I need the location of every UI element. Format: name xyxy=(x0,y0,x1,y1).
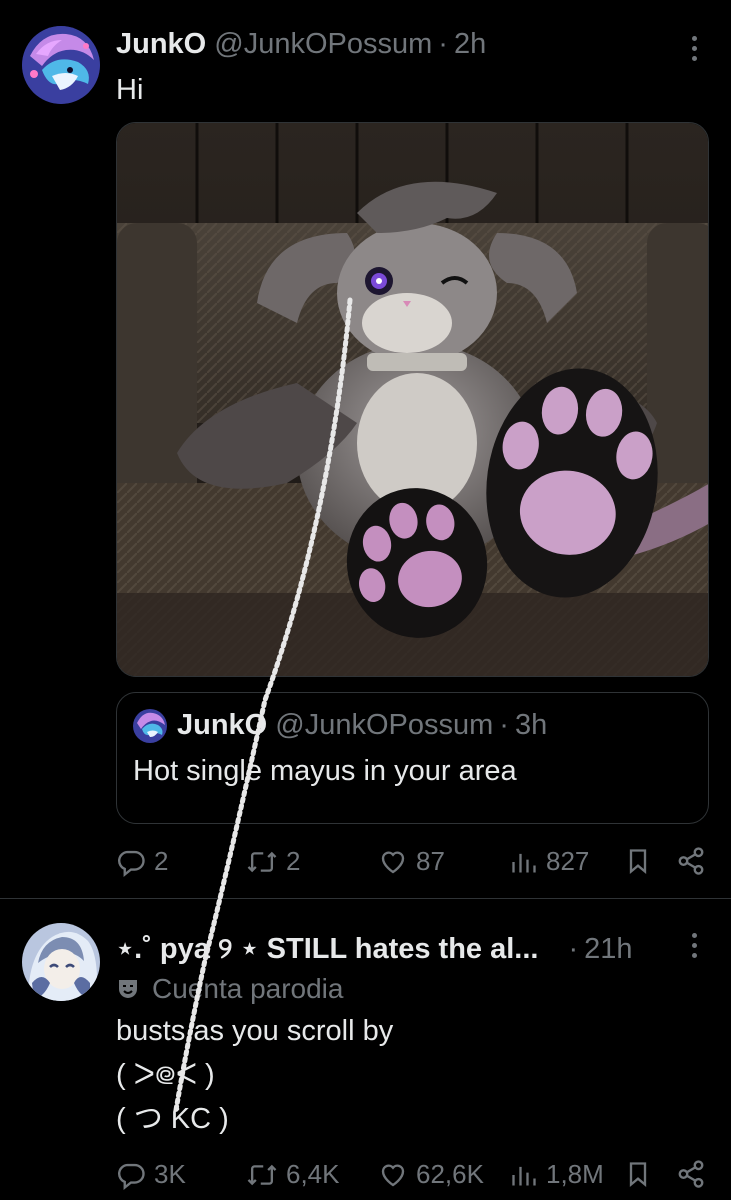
bookmark-button[interactable] xyxy=(624,846,652,876)
tweet-2[interactable]: ⋆.˚ pya ୨ ⋆ STILL hates the al... · 21h … xyxy=(0,898,731,1200)
quoted-tweet[interactable]: JunkO @JunkOPossum · 3h Hot single mayus… xyxy=(116,692,709,824)
repost-button[interactable]: 2 xyxy=(246,846,300,877)
share-icon xyxy=(678,1160,704,1188)
handle[interactable]: @JunkOPossum xyxy=(214,28,432,61)
reply-button[interactable]: 2 xyxy=(116,846,168,877)
quote-handle[interactable]: @JunkOPossum xyxy=(275,709,493,742)
share-icon xyxy=(678,847,704,875)
repost-icon xyxy=(247,1164,277,1185)
parody-label: Cuenta parodia xyxy=(152,973,344,1004)
reply-count: 3K xyxy=(154,1159,186,1189)
views-count: 827 xyxy=(546,846,590,876)
display-name[interactable]: JunkO xyxy=(116,28,206,61)
reply-icon xyxy=(118,1163,145,1190)
tweet-text-line2: ( ᐳ᪤ᐸ ) xyxy=(116,1059,215,1091)
parody-mask-icon xyxy=(119,980,137,998)
timestamp[interactable]: 21h xyxy=(584,933,632,966)
share-button[interactable] xyxy=(676,846,706,876)
separator: · xyxy=(568,933,579,965)
timestamp[interactable]: 2h xyxy=(454,28,486,61)
views-icon xyxy=(512,853,536,872)
quote-separator: · xyxy=(499,709,509,741)
like-button[interactable]: 87 xyxy=(378,846,445,877)
tweet-text: Hi xyxy=(116,74,144,106)
repost-button[interactable]: 6,4K xyxy=(246,1159,340,1190)
repost-count: 6,4K xyxy=(286,1159,340,1189)
quote-avatar[interactable] xyxy=(133,709,167,743)
tweet-text-line3: ( つ ƘC ) xyxy=(116,1103,229,1135)
quote-text: Hot single mayus in your area xyxy=(133,755,517,787)
views-icon xyxy=(512,1166,536,1185)
more-icon[interactable] xyxy=(684,36,704,61)
views-count: 1,8M xyxy=(546,1159,604,1189)
bookmark-icon xyxy=(629,1162,647,1187)
like-count: 62,6K xyxy=(416,1159,484,1189)
quote-header: JunkO @JunkOPossum · 3h xyxy=(177,709,547,742)
more-icon[interactable] xyxy=(684,933,704,958)
action-bar: 3K 6,4K 62,6K 1,8M xyxy=(0,1155,731,1195)
parody-badge: Cuenta parodia xyxy=(116,973,343,1005)
quote-timestamp[interactable]: 3h xyxy=(515,709,547,742)
repost-icon xyxy=(247,851,277,872)
tweet-header: JunkO @JunkOPossum · 2h xyxy=(116,28,486,61)
separator: · xyxy=(438,28,448,60)
like-count: 87 xyxy=(416,846,445,876)
reply-button[interactable]: 3K xyxy=(116,1159,186,1190)
tweet-media-image[interactable] xyxy=(116,122,709,677)
bookmark-button[interactable] xyxy=(624,1159,652,1189)
reply-icon xyxy=(118,850,145,877)
like-button[interactable]: 62,6K xyxy=(378,1159,484,1190)
action-bar: 2 2 87 827 xyxy=(0,842,731,882)
like-icon xyxy=(381,1164,405,1186)
tweet-1[interactable]: JunkO @JunkOPossum · 2h Hi JunkO @JunkOP… xyxy=(0,0,731,898)
repost-count: 2 xyxy=(286,846,301,876)
reply-count: 2 xyxy=(154,846,169,876)
display-name[interactable]: ⋆.˚ pya ୨ ⋆ STILL hates the al... xyxy=(116,931,538,966)
quote-display-name[interactable]: JunkO xyxy=(177,709,267,742)
avatar[interactable] xyxy=(22,923,100,1001)
tweet-text-line1: busts as you scroll by xyxy=(116,1015,394,1047)
tweet-header: ⋆.˚ pya ୨ ⋆ STILL hates the al... · 21h xyxy=(116,931,633,966)
views-button[interactable]: 827 xyxy=(510,846,589,877)
avatar[interactable] xyxy=(22,26,100,104)
views-button[interactable]: 1,8M xyxy=(510,1159,604,1190)
share-button[interactable] xyxy=(676,1159,706,1189)
bookmark-icon xyxy=(629,849,647,874)
like-icon xyxy=(381,851,405,873)
